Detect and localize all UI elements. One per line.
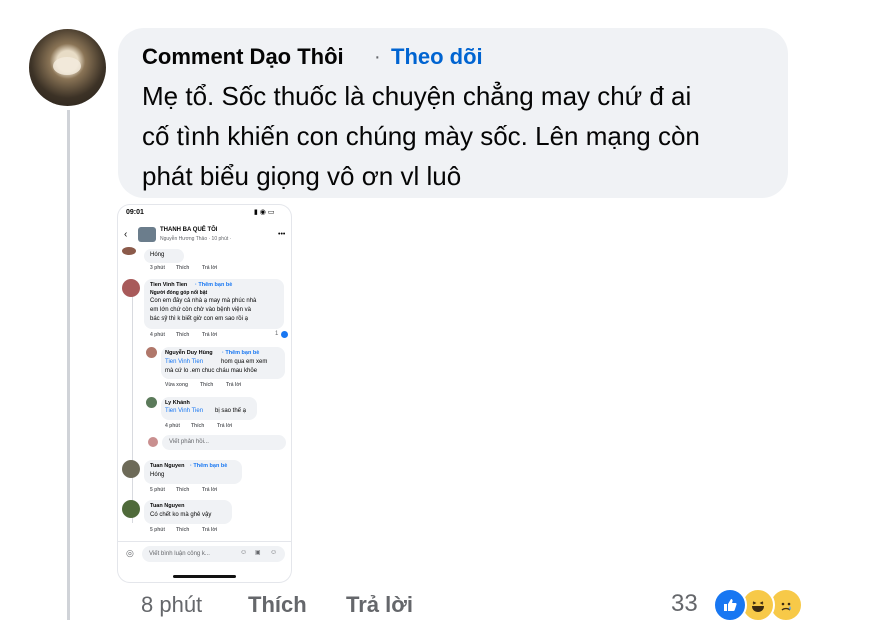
screenshot-reply: Trả lời [202,487,218,493]
reply-placeholder: Viết phản hồi... [169,439,209,445]
screenshot-reply: Trả lời [202,527,218,533]
more-icon: ••• [278,231,286,238]
back-arrow-icon: ‹ [124,229,128,240]
screenshot-reply: Trả lời [226,382,242,388]
screenshot-reply: Trả lời [202,265,218,271]
screenshot-line: bác sỹ thì k biết giờ con em sao rồi ạ [150,316,248,322]
screenshot-text: Có chết ko mà ghê vậy [150,512,212,518]
follow-button[interactable]: Theo dõi [391,44,483,70]
commenter-avatar [122,460,140,478]
attached-screenshot[interactable]: 09:01 ▮ ◉ ▭ ‹ THANH BA QUÊ TÔI Nguyễn Hư… [118,205,291,582]
screenshot-mention: Tien Vinh Tien [165,408,204,414]
screenshot-count: 1 [275,331,279,337]
screenshot-like: Thích [176,527,190,533]
reaction-count[interactable]: 33 [671,590,698,618]
screenshot-reply: Trả lời [217,423,233,429]
screenshot-like: Thích [176,265,190,271]
emoji-icon: ☺ [270,549,278,556]
input-divider [118,541,291,542]
screenshot-name: Tuan Nguyen [150,503,185,509]
comment-line: cố tình khiến con chúng mày sốc. Lên mạn… [142,121,700,151]
screenshot-text: Hóng [150,472,165,478]
commenter-avatar [146,347,157,358]
screenshot-time: Vừa xong [165,382,189,388]
group-title: THANH BA QUÊ TÔI [160,227,218,233]
commenter-avatar [146,397,157,408]
screenshot-line: mà cứ lo .em chuc cháu mau khỏe [165,368,258,374]
sub-thread-line [132,285,133,523]
screenshot-line: hom qua em xem [221,359,268,365]
screenshot-add-friend: · Thêm bạn bè [222,350,260,356]
screenshot-like: Thích [191,423,205,429]
comment-text: Mẹ tổ. Sốc thuốc là chuyện chẳng may chứ… [142,76,772,196]
home-indicator [173,575,236,578]
reply-button[interactable]: Trả lời [346,592,413,618]
comment-input-placeholder: Viết bình luận công k... [149,551,210,557]
avatar-image [53,57,81,75]
screenshot-text: bị sao thế ạ [215,408,247,414]
screenshot-mention: Tien Vinh Tien [165,359,204,365]
group-avatar [138,227,156,242]
screenshot-name: Nguyễn Duy Hùng [165,350,213,356]
screenshot-time: 5 phút [150,487,165,493]
sticker-icon: ☺ [240,549,248,556]
status-time: 09:01 [126,209,144,216]
screenshot-line: em lớn chứ còn chờ vào bệnh viện và [150,307,251,313]
comment-line: phát biểu giọng vô ơn vl luô [142,161,462,191]
screenshot-badge: Người đóng góp nổi bật [150,290,208,296]
separator-dot: · [374,46,381,68]
commenter-avatar [122,247,136,255]
gif-icon: ▣ [255,550,261,556]
screenshot-name: Tien Vinh Tien [150,282,188,288]
status-icons: ▮ ◉ ▭ [254,209,275,216]
commenter-avatar [122,279,140,297]
screenshot-like: Thích [176,487,190,493]
camera-icon: ◎ [126,548,134,558]
screenshot-line: Con em đây cả nhà ạ may mà phúc nhà [150,298,257,304]
comment-line: Mẹ tổ. Sốc thuốc là chuyện chẳng may chứ… [142,81,692,111]
group-sub: Nguyễn Hương Thảo · 10 phút · [160,236,232,242]
screenshot-time: 4 phút [150,332,165,338]
screenshot-like: Thích [176,332,190,338]
like-icon[interactable] [713,588,747,622]
screenshot-text: Hóng [150,252,165,258]
screenshot-time: 3 phút [150,265,165,271]
like-icon [281,331,288,338]
screenshot-time: 4 phút [165,423,180,429]
comment-time: 8 phút [141,592,203,617]
screenshot-add-friend: · Thêm bạn bè [190,463,228,469]
like-button[interactable]: Thích [248,592,307,618]
screenshot-add-friend: · Thêm bạn bè [195,282,233,288]
comment-author[interactable]: Comment Dạo Thôi [142,44,344,70]
screenshot-name: Ly Khánh [165,400,190,406]
screenshot-time: 5 phút [150,527,165,533]
commenter-avatar [122,500,140,518]
thread-line [67,110,70,620]
screenshot-name: Tuan Nguyen [150,463,185,469]
screenshot-like: Thích [200,382,214,388]
screenshot-reply: Trả lời [202,332,218,338]
avatar[interactable] [29,29,106,106]
user-avatar [148,437,158,447]
